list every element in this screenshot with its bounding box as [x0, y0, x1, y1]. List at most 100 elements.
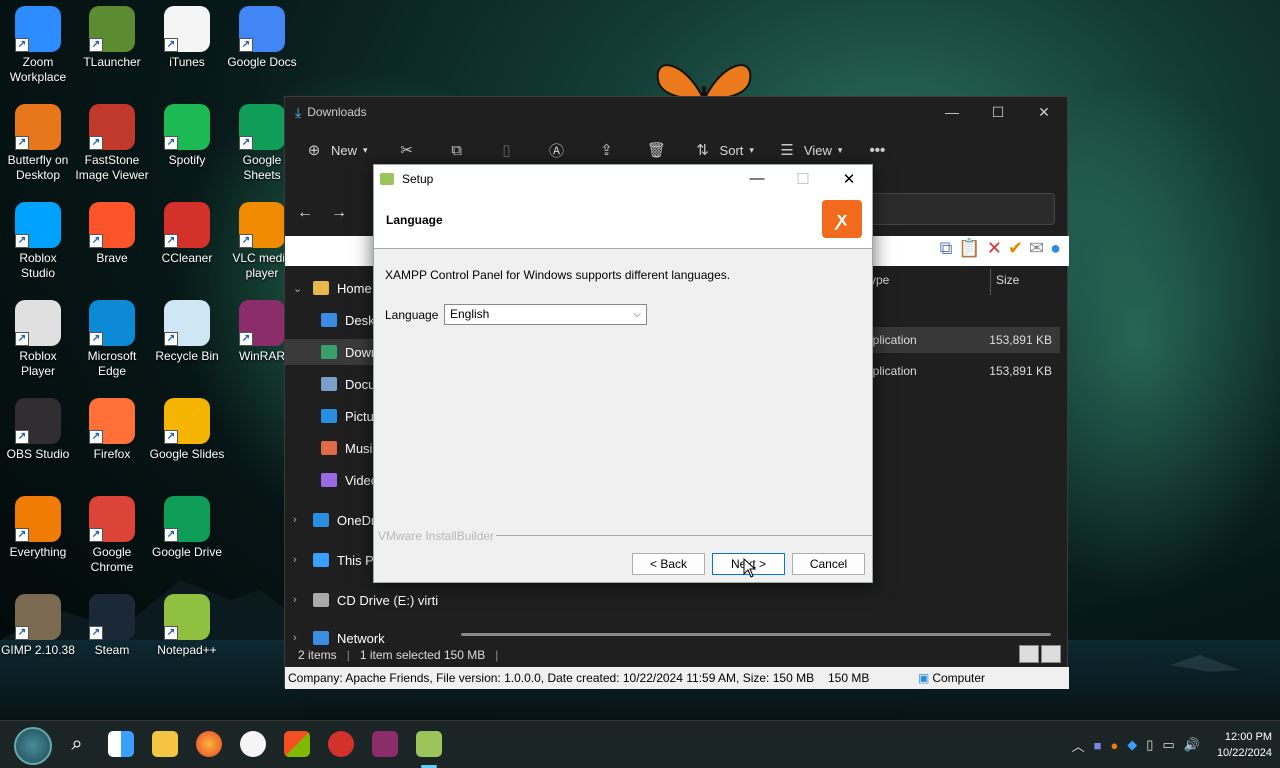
- close-button[interactable]: ✕: [1021, 97, 1067, 127]
- checkmark-icon[interactable]: ✔: [1008, 238, 1023, 259]
- chrome-icon: ↗: [89, 496, 135, 542]
- shortcut-arrow-icon: ↗: [89, 234, 103, 248]
- cut-icon[interactable]: ✂: [396, 139, 418, 161]
- volume-icon[interactable]: 🔊: [1184, 737, 1200, 753]
- desktop-shortcut[interactable]: ↗ Google Slides: [149, 398, 225, 462]
- desktop-shortcut[interactable]: ↗ FastStone Image Viewer: [74, 104, 150, 183]
- rename-icon[interactable]: Ⓐ: [546, 139, 568, 161]
- task-view-icon[interactable]: [108, 731, 134, 757]
- desktop-shortcut[interactable]: ↗ Microsoft Edge: [74, 300, 150, 379]
- winrar-icon[interactable]: [372, 731, 398, 757]
- chevron-icon[interactable]: ›: [293, 594, 305, 606]
- desktop-shortcut[interactable]: ↗ Google Docs: [224, 6, 300, 70]
- google-sheets-icon: ↗: [239, 104, 285, 150]
- teams-icon[interactable]: ■: [1094, 738, 1102, 753]
- desktop-shortcut[interactable]: ↗ CCleaner: [149, 202, 225, 266]
- usb-icon[interactable]: ▯: [1146, 737, 1153, 753]
- desktop-shortcut[interactable]: ↗ Google Chrome: [74, 496, 150, 575]
- clipboard-icon[interactable]: 📋: [958, 238, 980, 259]
- sidebar-item[interactable]: Pictur: [285, 403, 378, 429]
- horizontal-scrollbar[interactable]: [461, 633, 1051, 636]
- sort-button[interactable]: ⇅ Sort ▾: [692, 139, 754, 161]
- desktop-shortcut[interactable]: ↗ Firefox: [74, 398, 150, 462]
- more-options-button[interactable]: •••: [866, 139, 888, 161]
- globe-icon[interactable]: ●: [1050, 238, 1061, 259]
- column-headers: ype Size: [870, 269, 1060, 295]
- desktop-shortcut[interactable]: ↗ Recycle Bin: [149, 300, 225, 364]
- everything-icon[interactable]: ●: [1110, 738, 1118, 753]
- copy-icon[interactable]: ⧉: [940, 238, 953, 259]
- sidebar-item[interactable]: Music: [285, 435, 379, 461]
- desktop-shortcut[interactable]: ↗ Everything: [0, 496, 76, 560]
- maximize-button[interactable]: ☐: [975, 97, 1021, 127]
- network-icon[interactable]: ▭: [1162, 737, 1174, 753]
- tiles-view-button[interactable]: [1041, 645, 1061, 663]
- search-box[interactable]: [865, 193, 1055, 225]
- start-button[interactable]: [14, 727, 52, 765]
- search-icon[interactable]: ⌕: [64, 731, 90, 757]
- desktop-shortcut-label: Spotify: [168, 153, 206, 167]
- desktop-shortcut[interactable]: ↗ OBS Studio: [0, 398, 76, 462]
- file-row[interactable]: Application 153,891 KB: [858, 358, 1060, 384]
- copy-icon[interactable]: ⧉: [446, 139, 468, 161]
- shortcut-arrow-icon: ↗: [164, 626, 178, 640]
- sidebar-item[interactable]: › OneDri: [285, 507, 378, 533]
- desktop-shortcut[interactable]: ↗ Notepad++: [149, 594, 225, 658]
- chevron-up-icon[interactable]: ︿: [1072, 736, 1085, 755]
- file-explorer-icon[interactable]: [152, 731, 178, 757]
- ccleaner-icon: ↗: [164, 202, 210, 248]
- chevron-icon[interactable]: ⌄: [293, 282, 305, 295]
- sidebar-item[interactable]: › This PC: [285, 547, 383, 573]
- language-select[interactable]: English ⌵: [444, 304, 647, 325]
- desktop-shortcut[interactable]: ↗ Brave: [74, 202, 150, 266]
- desktop-shortcut[interactable]: ↗ Roblox Studio: [0, 202, 76, 281]
- envelope-icon[interactable]: ✉: [1029, 238, 1044, 259]
- desktop-shortcut[interactable]: ↗ iTunes: [149, 6, 225, 70]
- cancel-button[interactable]: Cancel: [792, 553, 865, 575]
- desktop-shortcut-label: Microsoft Edge: [87, 349, 137, 378]
- desktop-shortcut[interactable]: ↗ TLauncher: [74, 6, 150, 70]
- chevron-icon[interactable]: ›: [293, 632, 305, 644]
- desktop-shortcut[interactable]: ↗ Zoom Workplace: [0, 6, 76, 85]
- desktop-shortcut[interactable]: ↗ Butterfly on Desktop: [0, 104, 76, 183]
- firefox-icon[interactable]: [196, 731, 222, 757]
- sidebar-item[interactable]: › CD Drive (E:) virti: [285, 587, 438, 613]
- forward-arrow-icon[interactable]: →: [331, 204, 347, 222]
- desktop-shortcut[interactable]: ↗ Roblox Player: [0, 300, 76, 379]
- view-button[interactable]: ☰ View ▾: [776, 139, 842, 161]
- itunes-icon[interactable]: [240, 731, 266, 757]
- sidebar-item[interactable]: ⌄ Home: [285, 275, 372, 301]
- minimize-button[interactable]: —: [734, 165, 780, 192]
- folder-icon: [313, 553, 329, 567]
- new-button[interactable]: ⊕ New ▾: [303, 139, 368, 161]
- desktop-shortcut[interactable]: ↗ Spotify: [149, 104, 225, 168]
- back-arrow-icon[interactable]: ←: [297, 204, 313, 222]
- desktop-shortcut[interactable]: ↗ Steam: [74, 594, 150, 658]
- desktop-shortcut-label: Firefox: [93, 447, 131, 461]
- details-view-button[interactable]: [1019, 645, 1039, 663]
- chevron-icon[interactable]: ›: [293, 554, 305, 566]
- security-icon[interactable]: ◆: [1127, 737, 1137, 753]
- sidebar-item[interactable]: Video: [285, 467, 378, 493]
- folder-icon: [321, 377, 337, 391]
- desktop-shortcut[interactable]: ↗ Google Drive: [149, 496, 225, 560]
- file-row[interactable]: Application 153,891 KB: [858, 327, 1060, 353]
- share-icon[interactable]: ⇪: [596, 139, 618, 161]
- delete-icon[interactable]: 🗑: [646, 139, 668, 161]
- cross-icon[interactable]: ✕: [987, 238, 1002, 259]
- sidebar-item[interactable]: Deskt: [285, 307, 378, 333]
- microsoft-store-icon[interactable]: [284, 731, 310, 757]
- sort-icon: ⇅: [696, 142, 709, 159]
- minimize-button[interactable]: —: [929, 97, 975, 127]
- sidebar-item[interactable]: Docu: [285, 371, 375, 397]
- desktop-shortcut[interactable]: ↗ GIMP 2.10.38: [0, 594, 76, 658]
- chevron-icon[interactable]: ›: [293, 514, 305, 526]
- column-size[interactable]: Size: [996, 273, 1019, 287]
- clock[interactable]: 12:00 PM 10/22/2024: [1217, 729, 1272, 761]
- ccleaner-icon[interactable]: [328, 731, 354, 757]
- setup-taskbar-icon[interactable]: [416, 731, 442, 757]
- paste-icon[interactable]: ▯: [496, 139, 518, 161]
- firefox-icon: ↗: [89, 398, 135, 444]
- close-button[interactable]: ✕: [826, 165, 872, 192]
- back-button[interactable]: < Back: [632, 553, 705, 575]
